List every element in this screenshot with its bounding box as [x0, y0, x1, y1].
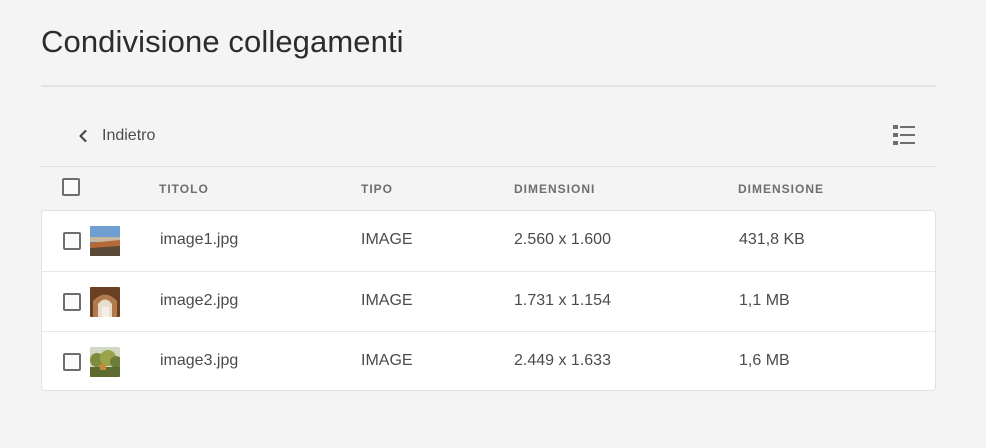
file-table: image1.jpg IMAGE 2.560 x 1.600 431,8 KB …	[41, 210, 936, 391]
file-size: 431,8 KB	[739, 231, 805, 248]
title-divider	[41, 85, 936, 87]
file-title[interactable]: image2.jpg	[160, 292, 238, 310]
row-checkbox[interactable]	[63, 293, 81, 311]
file-dimensions: 1.731 x 1.154	[514, 292, 611, 309]
file-type: IMAGE	[361, 231, 413, 248]
column-header-title[interactable]: TITOLO	[159, 182, 209, 196]
list-view-icon	[893, 125, 915, 145]
row-checkbox[interactable]	[63, 232, 81, 250]
column-header-type[interactable]: TIPO	[361, 182, 393, 196]
page: Condivisione collegamenti Indietro TITOL…	[0, 0, 986, 448]
page-title: Condivisione collegamenti	[41, 24, 404, 59]
file-dimensions: 2.560 x 1.600	[514, 231, 611, 248]
back-label: Indietro	[102, 127, 156, 144]
column-header-dimensions[interactable]: DIMENSIONI	[514, 182, 595, 196]
chevron-left-icon	[79, 129, 87, 143]
table-row[interactable]: image3.jpg IMAGE 2.449 x 1.633 1,6 MB	[42, 331, 935, 391]
table-row[interactable]: image2.jpg IMAGE 1.731 x 1.154 1,1 MB	[42, 271, 935, 331]
trees-thumbnail	[90, 347, 120, 377]
file-size: 1,6 MB	[739, 352, 790, 369]
file-type: IMAGE	[361, 292, 413, 309]
arch-thumbnail	[90, 287, 120, 317]
file-type: IMAGE	[361, 352, 413, 369]
file-title[interactable]: image3.jpg	[160, 352, 238, 370]
file-dimensions: 2.449 x 1.633	[514, 352, 611, 369]
table-header: TITOLO TIPO DIMENSIONI DIMENSIONE	[41, 167, 936, 210]
toolbar: Indietro	[41, 112, 936, 160]
row-checkbox[interactable]	[63, 353, 81, 371]
landscape-thumbnail	[90, 226, 120, 256]
file-size: 1,1 MB	[739, 292, 790, 309]
list-view-button[interactable]	[892, 123, 916, 147]
column-header-size[interactable]: DIMENSIONE	[738, 182, 824, 196]
back-button[interactable]: Indietro	[77, 124, 155, 148]
file-title[interactable]: image1.jpg	[160, 231, 238, 249]
select-all-checkbox[interactable]	[62, 178, 80, 196]
table-row[interactable]: image1.jpg IMAGE 2.560 x 1.600 431,8 KB	[42, 211, 935, 271]
